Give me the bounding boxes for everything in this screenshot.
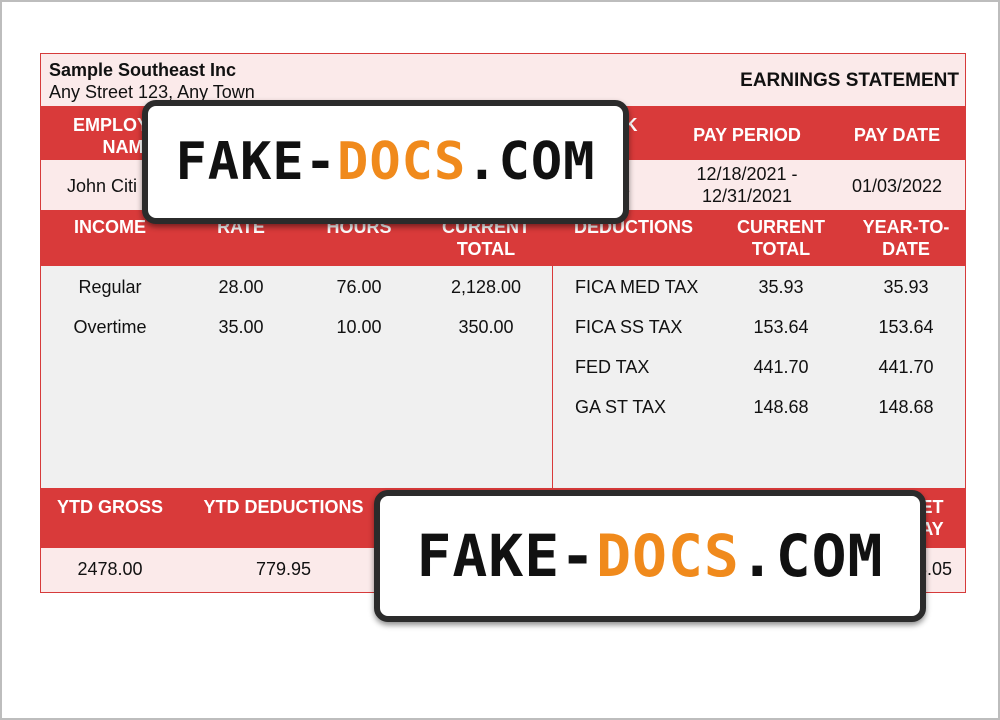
employee-name-value: John Citi	[67, 176, 138, 196]
deduction-current-header-line1: CURRENT	[737, 217, 825, 237]
watermark-text-part2: DOCS	[337, 132, 467, 192]
deduction-ytd: 35.93	[883, 277, 929, 297]
income-total: 2,128.00	[450, 277, 522, 297]
column-divider	[552, 266, 553, 488]
deduction-label: GA ST TAX	[575, 397, 667, 417]
watermark-text-part2: DOCS	[596, 522, 740, 590]
pay-period-header: PAY PERIOD	[693, 125, 801, 145]
income-total: 350.00	[458, 317, 514, 337]
watermark-text-part3: .COM	[739, 522, 884, 590]
statement-title: EARNINGS STATEMENT	[740, 70, 959, 91]
pay-date-header: PAY DATE	[853, 125, 941, 145]
watermark-top: FAKE- DOCS .COM	[142, 100, 629, 224]
watermark-text-part1: FAKE-	[416, 522, 597, 590]
watermark-text-part1: FAKE-	[175, 132, 338, 192]
pay-period-end: 12/31/2021	[701, 186, 793, 206]
income-label: Overtime	[73, 317, 147, 337]
deduction-current: 35.93	[758, 277, 804, 297]
income-label: Regular	[78, 277, 142, 297]
ytd-deductions-header: YTD DEDUCTIONS	[203, 497, 364, 517]
deduction-current-header-line2: TOTAL	[751, 239, 811, 259]
deduction-label: FED TAX	[575, 357, 650, 377]
ytd-deductions-value: 779.95	[255, 559, 312, 579]
income-rate: 28.00	[218, 277, 264, 297]
watermark-text-part3: .COM	[466, 132, 596, 192]
company-name: Sample Southeast Inc	[49, 60, 237, 80]
income-hours: 10.00	[336, 317, 382, 337]
current-total-header-line2: TOTAL	[456, 239, 516, 259]
ytd-gross-header: YTD GROSS	[56, 497, 163, 517]
income-rate: 35.00	[218, 317, 264, 337]
pay-date-value: 01/03/2022	[851, 176, 943, 196]
deduction-current: 441.70	[753, 357, 809, 377]
ytd-header-line1: YEAR-TO-	[862, 217, 950, 237]
deduction-label: FICA MED TAX	[575, 277, 699, 297]
deduction-ytd: 153.64	[878, 317, 934, 337]
deduction-current: 153.64	[753, 317, 809, 337]
deduction-ytd: 441.70	[878, 357, 934, 377]
deduction-ytd: 148.68	[878, 397, 934, 417]
deduction-label: FICA SS TAX	[575, 317, 683, 337]
ytd-header-line2: DATE	[882, 239, 930, 259]
watermark-bottom: FAKE- DOCS .COM	[374, 490, 926, 622]
page-frame: Sample Southeast Inc Any Street 123, Any…	[0, 0, 1000, 720]
pay-period-start: 12/18/2021 -	[696, 164, 798, 184]
income-hours: 76.00	[336, 277, 382, 297]
ytd-gross-value: 2478.00	[77, 559, 143, 579]
deduction-current: 148.68	[753, 397, 809, 417]
